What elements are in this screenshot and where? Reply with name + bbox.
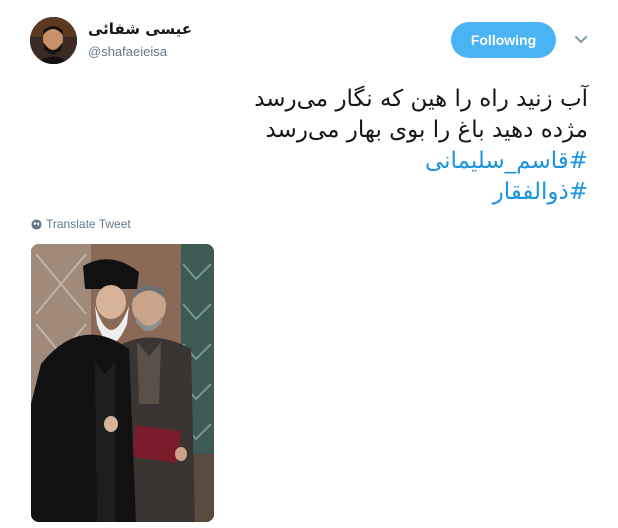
avatar[interactable] bbox=[30, 17, 77, 64]
display-name[interactable]: عیسی شفائی bbox=[88, 20, 192, 38]
tweet-line: آب زنید راه را هین که نگار می‌رسد bbox=[254, 86, 588, 112]
chevron-down-icon[interactable] bbox=[573, 32, 589, 48]
tweet-text: آب زنید راه را هین که نگار می‌رسد مژده د… bbox=[28, 84, 588, 208]
translate-tweet-link[interactable]: Translate Tweet bbox=[31, 217, 131, 231]
avatar-image bbox=[30, 17, 77, 64]
globe-icon bbox=[31, 218, 42, 230]
hashtag-link[interactable]: #قاسم_سلیمانی bbox=[28, 146, 588, 177]
tweet-line: مژده دهید باغ را بوی بهار می‌رسد bbox=[265, 117, 588, 143]
photo-image bbox=[31, 244, 214, 522]
hashtag-link[interactable]: #ذوالفقار bbox=[28, 177, 588, 208]
translate-label: Translate Tweet bbox=[46, 217, 131, 231]
user-handle[interactable]: @shafaeieisa bbox=[88, 44, 167, 59]
following-button[interactable]: Following bbox=[451, 22, 556, 58]
tweet-photo[interactable] bbox=[31, 244, 214, 522]
